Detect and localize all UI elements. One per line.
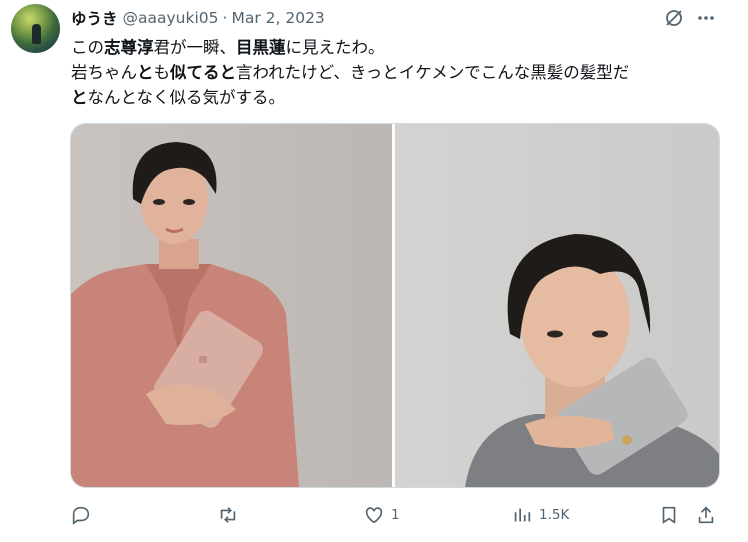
share-icon [698, 506, 714, 524]
action-bar: 1 1.5K [70, 500, 720, 530]
media-grid [70, 123, 720, 488]
tweet-text-line: この志尊淳君が一瞬、目黒蓮に見えたわ。 [71, 38, 385, 57]
retweet-button[interactable] [217, 500, 239, 530]
photo-man-pink-shirt[interactable] [71, 124, 392, 487]
avatar[interactable] [11, 4, 60, 53]
bookmark-button[interactable] [658, 500, 680, 530]
post-date[interactable]: Mar 2, 2023 [231, 9, 324, 27]
more-icon[interactable] [695, 7, 717, 29]
reply-button[interactable] [70, 500, 92, 530]
tweet-text-line: 岩ちゃんとも似てると言われたけど、きっとイケメンでこんな黒髪の髪型だ [71, 63, 630, 82]
tweet-text: この志尊淳君が一瞬、目黒蓮に見えたわ。 岩ちゃんとも似てると言われたけど、きっと… [71, 35, 731, 110]
views-button[interactable]: 1.5K [511, 500, 569, 530]
views-icon [514, 508, 531, 522]
author-handle[interactable]: @aaayuki05 [123, 9, 219, 27]
photo-man-grey-sweater[interactable] [395, 124, 719, 487]
views-count: 1.5K [539, 507, 570, 523]
like-button[interactable]: 1 [363, 500, 400, 530]
separator-dot: · [222, 9, 228, 27]
author-display-name[interactable]: ゆうき [71, 7, 118, 29]
tweet-text-line: となんとなく似る気がする。 [71, 88, 286, 107]
share-button[interactable] [695, 500, 717, 530]
like-count: 1 [391, 507, 400, 523]
tweet-header: ゆうき @aaayuki05 · Mar 2, 2023 [71, 7, 325, 29]
grok-icon[interactable] [663, 7, 685, 29]
bookmark-icon [662, 506, 676, 524]
heart-icon [365, 507, 383, 524]
reply-icon [72, 506, 90, 525]
retweet-icon [220, 507, 236, 523]
